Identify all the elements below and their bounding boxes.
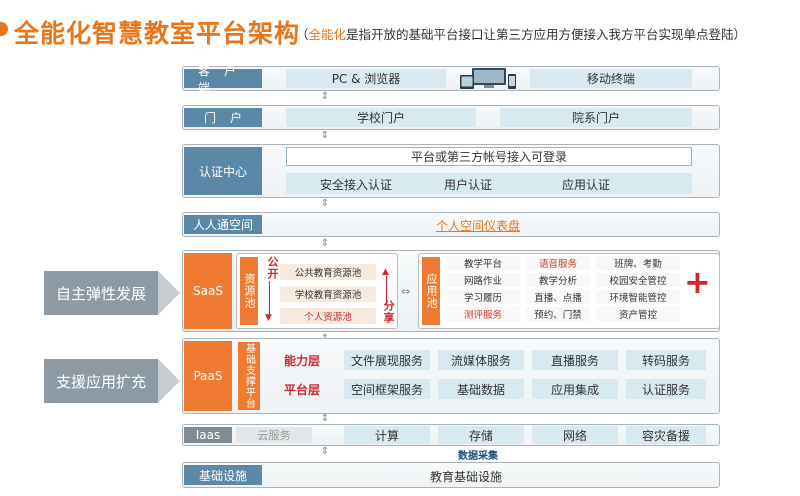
app-campus-security: 校园安全管控 <box>596 273 680 287</box>
app-online-homework: 网路作业 <box>446 273 520 287</box>
live-service: 直播服务 <box>532 350 618 370</box>
app-evaluation-service: 测评服务 <box>446 307 520 321</box>
pc-browser-cell: PC & 浏览器 <box>286 69 446 88</box>
app-voice-service: 语音服务 <box>526 256 590 270</box>
paas-side-note: 支援应用扩充 <box>44 359 158 403</box>
platform-layer-label: 平台层 <box>284 383 321 397</box>
personal-resource-pool: 个人资源池 <box>280 308 376 324</box>
support-platform-label: 基础支撑平台 <box>238 342 260 410</box>
share-label: 分享 <box>382 300 395 324</box>
transcode-service: 转码服务 <box>626 350 706 370</box>
updown-arrow-icon: ⇕ <box>320 446 330 457</box>
devices-icon <box>458 67 522 91</box>
app-reservation-access: 预约、门禁 <box>526 307 590 321</box>
iaas-label: Iaas <box>184 427 232 443</box>
client-label: 客户端 <box>184 64 262 95</box>
pointer-arrow-icon <box>158 359 180 403</box>
portal-label: 门户 <box>184 108 262 127</box>
plus-icon: + <box>684 263 711 301</box>
personal-dashboard-link[interactable]: 个人空间仪表盘 <box>436 217 520 234</box>
saas-label: SaaS <box>184 253 232 329</box>
subtitle-rest: 是指开放的基础平台接口让第三方应用方便接入我方平台实现单点登陆） <box>346 27 747 42</box>
app-auth: 应用认证 <box>562 178 611 192</box>
subtitle-open: （ <box>296 27 309 42</box>
user-auth: 用户认证 <box>444 178 493 192</box>
down-arrow-icon: ▼ <box>265 313 272 323</box>
app-integration: 应用集成 <box>532 379 618 399</box>
infra-label: 基础设施 <box>184 465 262 485</box>
app-asset-control: 资产管控 <box>596 307 680 321</box>
storage: 存储 <box>438 426 524 444</box>
down-arrow-line <box>269 281 270 317</box>
updown-arrow-icon: ⇕ <box>320 198 330 209</box>
public-resource-pool: 公共教育资源池 <box>280 264 376 280</box>
updown-arrow-icon: ⇕ <box>320 413 330 424</box>
auth-center-label: 认证中心 <box>184 147 262 195</box>
open-label: 公开 <box>266 256 279 280</box>
cloud-service: 云服务 <box>236 427 312 443</box>
paas-label: PaaS <box>184 341 232 411</box>
app-teaching-platform: 教学平台 <box>446 256 520 270</box>
app-class-board-attendance: 班牌、考勤 <box>596 256 680 270</box>
school-resource-pool: 学校教育资源池 <box>280 286 376 302</box>
app-live-vod: 直播、点播 <box>526 290 590 304</box>
updown-arrow-icon: ⇕ <box>320 130 330 141</box>
streaming-media-service: 流媒体服务 <box>438 350 524 370</box>
resource-pool-label: 资源池 <box>240 257 258 325</box>
third-party-login-cell: 平台或第三方帐号接入可登录 <box>286 147 692 166</box>
page-subtitle: （全能化是指开放的基础平台接口让第三方应用方便接入我方平台实现单点登陆） <box>296 24 746 43</box>
disaster-recovery: 容灾备援 <box>626 426 706 444</box>
app-teaching-analysis: 教学分析 <box>526 273 590 287</box>
saas-side-note: 自主弹性发展 <box>44 271 158 315</box>
updown-arrow-icon: ⇕ <box>320 91 330 102</box>
data-collection-label: 数据采集 <box>458 451 498 462</box>
bidirectional-arrow-icon: ⇔ <box>401 285 411 298</box>
school-portal-cell: 学校门户 <box>286 108 476 127</box>
app-learning-history: 学习履历 <box>446 290 520 304</box>
basic-data: 基础数据 <box>438 379 524 399</box>
edu-infrastructure: 教育基础设施 <box>430 470 503 484</box>
capability-layer-label: 能力层 <box>284 354 321 368</box>
dept-portal-cell: 院系门户 <box>500 108 692 127</box>
app-pool-label: 应用池 <box>422 257 440 325</box>
space-framework-service: 空间框架服务 <box>344 379 430 399</box>
auth-service: 认证服务 <box>626 379 706 399</box>
pointer-arrow-icon <box>158 271 180 315</box>
page-title: 全能化智慧教室平台架构 <box>14 19 301 48</box>
updown-arrow-icon: ⇕ <box>320 238 330 249</box>
app-environment-control: 环境智能管控 <box>596 290 680 304</box>
network: 网络 <box>532 426 618 444</box>
title-bullet <box>0 22 8 36</box>
subtitle-highlight: 全能化 <box>308 27 347 42</box>
secure-access-auth: 安全接入认证 <box>320 178 393 192</box>
file-display-service: 文件展现服务 <box>344 350 430 370</box>
compute: 计算 <box>344 426 430 444</box>
mobile-terminal-cell: 移动终端 <box>530 69 692 88</box>
space-label: 人人通空间 <box>184 215 262 234</box>
